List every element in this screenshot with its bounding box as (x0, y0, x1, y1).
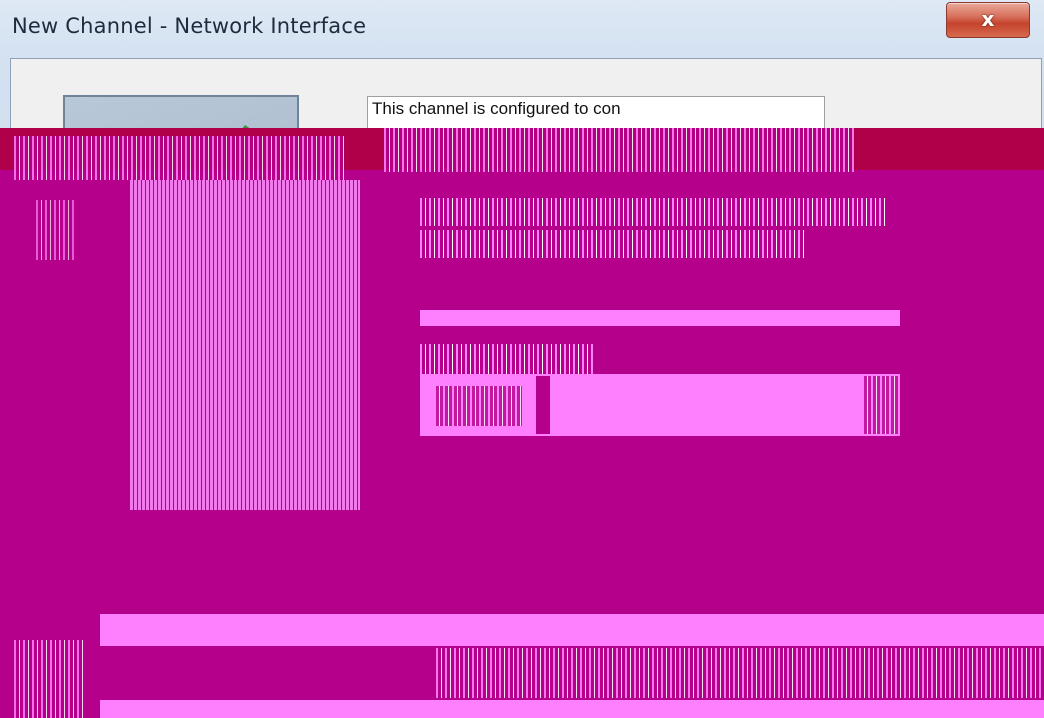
glitch-dropdown-divider (536, 376, 550, 434)
wizard-window: New Channel - Network Interface x This c… (0, 0, 1044, 718)
glitch-image-area (130, 180, 360, 510)
window-title: New Channel - Network Interface (12, 14, 367, 38)
glitch-block-header (384, 128, 854, 172)
glitch-left-column (36, 200, 76, 260)
glitch-block-left-top (14, 136, 344, 180)
title-bar[interactable]: New Channel - Network Interface x (0, 0, 1044, 58)
close-icon: x (981, 7, 995, 31)
glitch-buttons-row (436, 648, 1044, 698)
close-button[interactable]: x (946, 2, 1030, 38)
glitch-label (420, 344, 596, 374)
description-text-content: This channel is configured to con (372, 99, 621, 118)
glitch-left-edge (14, 640, 84, 718)
glitch-bottom-edge (100, 700, 1044, 718)
glitch-footer-band (100, 614, 1044, 646)
glitch-text-row-1 (420, 198, 886, 226)
glitch-dropdown-value (434, 386, 522, 426)
glitch-separator (420, 310, 900, 326)
glitch-dropdown-arrow (862, 376, 898, 434)
glitch-text-row-2 (420, 230, 804, 258)
